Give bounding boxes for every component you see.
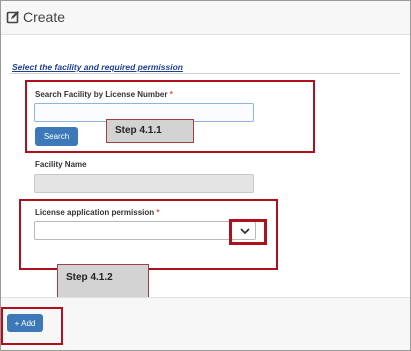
callout-dropdown-arrow [229,219,267,245]
section-link[interactable]: Select the facility and required permiss… [12,62,183,72]
header-divider [1,34,410,35]
page-title: Create [23,9,66,25]
section-divider [10,73,400,74]
page-header: Create [1,1,410,34]
callout-add-button [1,307,63,345]
facility-name-label: Facility Name [35,160,87,169]
step-label-4-1-1-text: Step 4.1.1 [115,125,162,136]
facility-name-field [34,174,254,193]
step-label-4-1-2-text: Step 4.1.2 [66,272,113,283]
edit-icon [6,11,19,24]
step-label-4-1-1: Step 4.1.1 [106,119,194,143]
